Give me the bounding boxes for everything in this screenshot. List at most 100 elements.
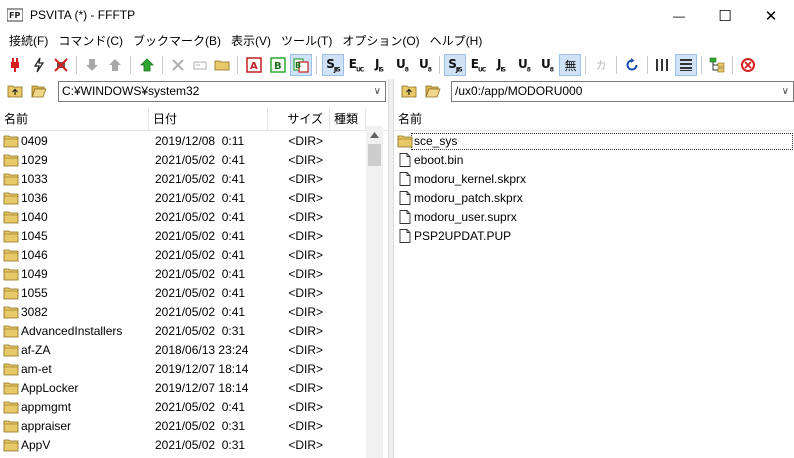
quick-connect-button[interactable] bbox=[28, 54, 50, 76]
table-row[interactable]: appraiser 2021/05/02 0:31 <DIR> bbox=[0, 417, 366, 436]
table-row[interactable]: PSP2UPDAT.PUP bbox=[394, 227, 794, 246]
column-date[interactable]: 日付 bbox=[149, 108, 268, 131]
file-size: <DIR> bbox=[288, 210, 323, 224]
table-row[interactable]: am-et 2019/12/07 18:14 <DIR> bbox=[0, 360, 366, 379]
host-kanji-jis-button[interactable]: JIS bbox=[368, 54, 390, 76]
upload-button[interactable] bbox=[104, 54, 126, 76]
green-up-arrow-icon bbox=[140, 58, 154, 72]
local-scrollbar[interactable] bbox=[366, 126, 383, 458]
host-kanji-utf8-button[interactable]: U8 bbox=[391, 54, 413, 76]
table-row[interactable]: 1033 2021/05/02 0:41 <DIR> bbox=[0, 170, 366, 189]
mirror-upload-button[interactable] bbox=[136, 54, 158, 76]
remote-open-folder-button[interactable] bbox=[423, 82, 443, 100]
menu-bookmark[interactable]: ブックマーク(B) bbox=[128, 31, 226, 51]
table-row[interactable]: modoru_user.suprx bbox=[394, 208, 794, 227]
kanji-none-button[interactable]: 無 bbox=[559, 54, 581, 76]
toolbar-separator bbox=[237, 56, 238, 74]
file-date: 2021/05/02 0:31 bbox=[155, 419, 246, 433]
binary-mode-icon: B bbox=[270, 57, 286, 73]
menu-tools[interactable]: ツール(T) bbox=[276, 31, 337, 51]
close-button[interactable]: ✕ bbox=[748, 0, 794, 31]
table-row[interactable]: 1036 2021/05/02 0:41 <DIR> bbox=[0, 189, 366, 208]
file-size: <DIR> bbox=[288, 153, 323, 167]
column-name[interactable]: 名前 bbox=[0, 108, 149, 131]
table-row[interactable]: 3082 2021/05/02 0:41 <DIR> bbox=[0, 303, 366, 322]
table-row[interactable]: 0409 2019/12/08 0:11 <DIR> bbox=[0, 132, 366, 151]
folder-icon bbox=[3, 306, 19, 319]
file-date: 2021/05/02 0:41 bbox=[155, 172, 246, 186]
binary-mode-button[interactable]: B bbox=[267, 54, 289, 76]
refresh-button[interactable] bbox=[621, 54, 643, 76]
abort-button[interactable] bbox=[737, 54, 759, 76]
auto-mode-button[interactable]: B bbox=[290, 54, 312, 76]
auto-mode-icon: B bbox=[293, 58, 309, 73]
disconnect-button[interactable] bbox=[50, 54, 72, 76]
column-name[interactable]: 名前 bbox=[394, 108, 794, 131]
new-folder-button[interactable] bbox=[211, 54, 233, 76]
table-row[interactable]: 1029 2021/05/02 0:41 <DIR> bbox=[0, 151, 366, 170]
detail-view-button[interactable] bbox=[675, 54, 697, 76]
connect-button[interactable] bbox=[4, 54, 26, 76]
local-file-list[interactable]: 名前 日付 サイズ 種類 0409 2019/12/08 0:11 <DIR> 102… bbox=[0, 108, 388, 458]
chevron-down-icon[interactable]: ∨ bbox=[782, 82, 789, 101]
local-path-combobox[interactable]: C:¥WINDOWS¥system32 ∨ bbox=[58, 81, 386, 102]
host-kanji-utf8bom-button[interactable]: U8 bbox=[414, 54, 436, 76]
remote-path-combobox[interactable]: /ux0:/app/MODORU000 ∨ bbox=[451, 81, 794, 102]
table-row[interactable]: 1055 2021/05/02 0:41 <DIR> bbox=[0, 284, 366, 303]
local-parent-folder-button[interactable] bbox=[5, 82, 25, 100]
remote-file-list[interactable]: 名前 sce_sys eboot.bin modoru_kernel.skprx mo… bbox=[394, 108, 794, 458]
minimize-button[interactable]: — bbox=[656, 0, 702, 31]
remote-parent-folder-button[interactable] bbox=[399, 82, 419, 100]
maximize-button[interactable]: ☐ bbox=[702, 0, 748, 31]
column-type[interactable]: 種類 bbox=[330, 108, 366, 131]
toolbar-separator bbox=[76, 56, 77, 74]
folder-icon bbox=[3, 382, 19, 395]
menu-view[interactable]: 表示(V) bbox=[226, 31, 276, 51]
local-kanji-jis-button[interactable]: JIS bbox=[490, 54, 512, 76]
plug-icon bbox=[11, 58, 19, 72]
host-kanji-sjis-button[interactable]: SJIS bbox=[322, 54, 344, 76]
file-name: 1045 bbox=[21, 229, 48, 243]
menu-connect[interactable]: 接続(F) bbox=[4, 31, 53, 51]
kana-convert-button[interactable]: カ bbox=[590, 54, 612, 76]
table-row[interactable]: 1045 2021/05/02 0:41 <DIR> bbox=[0, 227, 366, 246]
delete-button[interactable] bbox=[167, 54, 189, 76]
table-row[interactable]: eboot.bin bbox=[394, 151, 794, 170]
local-kanji-utf8-button[interactable]: U8 bbox=[513, 54, 535, 76]
table-row[interactable]: AppV 2021/05/02 0:31 <DIR> bbox=[0, 436, 366, 455]
table-row[interactable]: sce_sys bbox=[394, 132, 794, 151]
list-view-button[interactable] bbox=[651, 54, 673, 76]
download-button[interactable] bbox=[81, 54, 103, 76]
column-size[interactable]: サイズ bbox=[268, 108, 330, 131]
table-row[interactable]: AppLocker 2019/12/07 18:14 <DIR> bbox=[0, 379, 366, 398]
ascii-mode-button[interactable]: A bbox=[243, 54, 265, 76]
file-name: AdvancedInstallers bbox=[21, 324, 123, 338]
table-row[interactable]: modoru_patch.skprx bbox=[394, 189, 794, 208]
local-kanji-euc-button[interactable]: EUC bbox=[467, 54, 489, 76]
menu-options[interactable]: オプション(O) bbox=[337, 31, 424, 51]
local-kanji-sjis-button[interactable]: SJIS bbox=[444, 54, 466, 76]
local-kanji-utf8bom-button[interactable]: U8 bbox=[536, 54, 558, 76]
menu-help[interactable]: ヘルプ(H) bbox=[425, 31, 488, 51]
local-open-folder-button[interactable] bbox=[29, 82, 49, 100]
host-kanji-euc-button[interactable]: EUC bbox=[345, 54, 367, 76]
sync-browse-button[interactable] bbox=[706, 54, 728, 76]
table-row[interactable]: 1040 2021/05/02 0:41 <DIR> bbox=[0, 208, 366, 227]
table-row[interactable]: modoru_kernel.skprx bbox=[394, 170, 794, 189]
disconnect-icon bbox=[54, 58, 68, 72]
rename-button[interactable] bbox=[189, 54, 211, 76]
folder-icon bbox=[3, 439, 19, 452]
folder-icon bbox=[3, 363, 19, 376]
chevron-down-icon[interactable]: ∨ bbox=[374, 82, 381, 101]
table-row[interactable]: af-ZA 2018/06/13 23:24 <DIR> bbox=[0, 341, 366, 360]
file-icon bbox=[399, 210, 411, 224]
table-row[interactable]: 1046 2021/05/02 0:41 <DIR> bbox=[0, 246, 366, 265]
menu-command[interactable]: コマンド(C) bbox=[53, 31, 128, 51]
scroll-up-button[interactable] bbox=[366, 126, 383, 143]
table-row[interactable]: 1049 2021/05/02 0:41 <DIR> bbox=[0, 265, 366, 284]
scroll-thumb[interactable] bbox=[368, 144, 381, 166]
table-row[interactable]: appmgmt 2021/05/02 0:41 <DIR> bbox=[0, 398, 366, 417]
table-row[interactable]: AdvancedInstallers 2021/05/02 0:31 <DIR> bbox=[0, 322, 366, 341]
utf8bom-label: U8 bbox=[541, 56, 554, 74]
file-name: 1033 bbox=[21, 172, 48, 186]
